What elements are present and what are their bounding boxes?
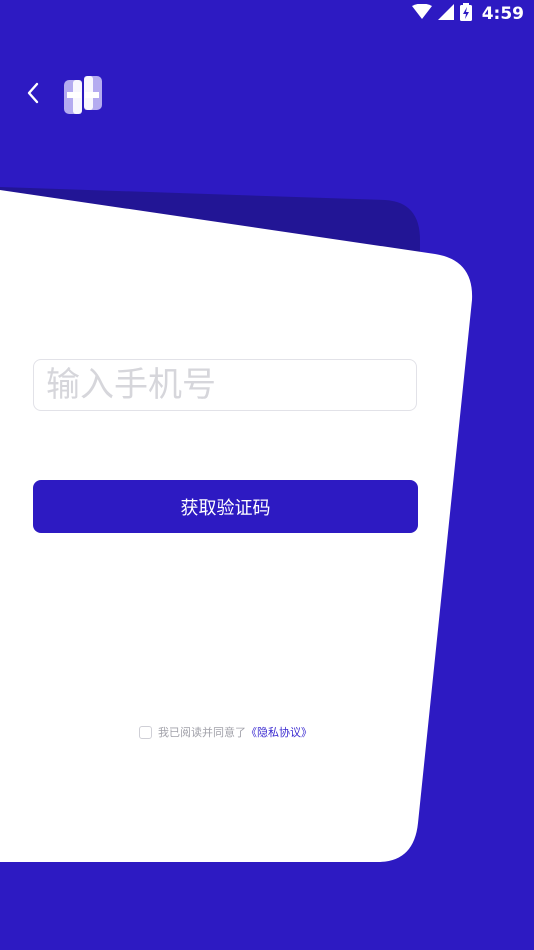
wifi-icon: [411, 3, 432, 24]
agreement-text: 我已阅读并同意了: [158, 726, 246, 739]
get-verification-code-button[interactable]: 获取验证码: [33, 480, 418, 533]
privacy-policy-link[interactable]: 《隐私协议》: [246, 724, 312, 740]
privacy-agreement: 我已阅读并同意了 《隐私协议》: [139, 724, 312, 740]
battery-icon: [459, 3, 472, 25]
status-bar: 4:59: [0, 0, 534, 28]
status-icons: 4:59: [411, 3, 524, 25]
back-button[interactable]: [18, 78, 48, 112]
phone-number-input[interactable]: [33, 359, 417, 411]
agree-checkbox[interactable]: [139, 725, 152, 739]
login-card: [0, 187, 473, 862]
chevron-left-icon: [26, 82, 40, 108]
app-logo-icon: [64, 76, 102, 114]
status-time: 4:59: [481, 4, 524, 24]
cellular-signal-icon: [437, 4, 454, 24]
